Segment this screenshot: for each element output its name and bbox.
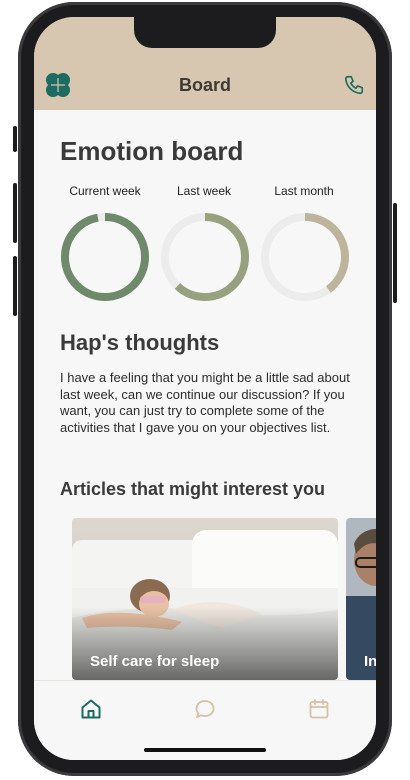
notch [134, 17, 276, 48]
period-label-last-month: Last month [274, 184, 334, 198]
phone-icon[interactable] [343, 74, 365, 96]
volume-up-button [13, 183, 17, 243]
articles-title: Articles that might interest you [60, 479, 326, 499]
period-label-last-week: Last week [176, 184, 232, 198]
home-indicator [144, 748, 266, 752]
home-icon[interactable] [79, 697, 103, 721]
emotion-ring-arc [61, 213, 149, 301]
page-title: Board [178, 75, 231, 95]
article-card-self-care-sleep[interactable]: Self care for sleep [72, 518, 338, 680]
haps-thoughts-text: I have a feeling that you might be a lit… [60, 370, 350, 435]
calendar-icon[interactable] [307, 697, 331, 721]
power-button [393, 203, 397, 303]
period-label-current-week: Current week [69, 184, 141, 198]
emotion-ring-last-week[interactable] [160, 212, 250, 302]
emotion-board-title: Emotion board [60, 136, 244, 166]
volume-down-button [13, 256, 17, 316]
app-screen: Board Emotion board Current week Last we… [34, 17, 376, 760]
silent-switch [13, 126, 17, 152]
chat-icon[interactable] [193, 697, 217, 721]
emotion-ring-last-month[interactable] [260, 212, 350, 302]
haps-thoughts-title: Hap's thoughts [60, 330, 220, 355]
article-card-partial[interactable]: In [346, 518, 376, 680]
article-card-label: Self care for sleep [90, 653, 220, 670]
emotion-ring-current-week[interactable] [60, 212, 150, 302]
article-card-label: In [364, 653, 376, 670]
